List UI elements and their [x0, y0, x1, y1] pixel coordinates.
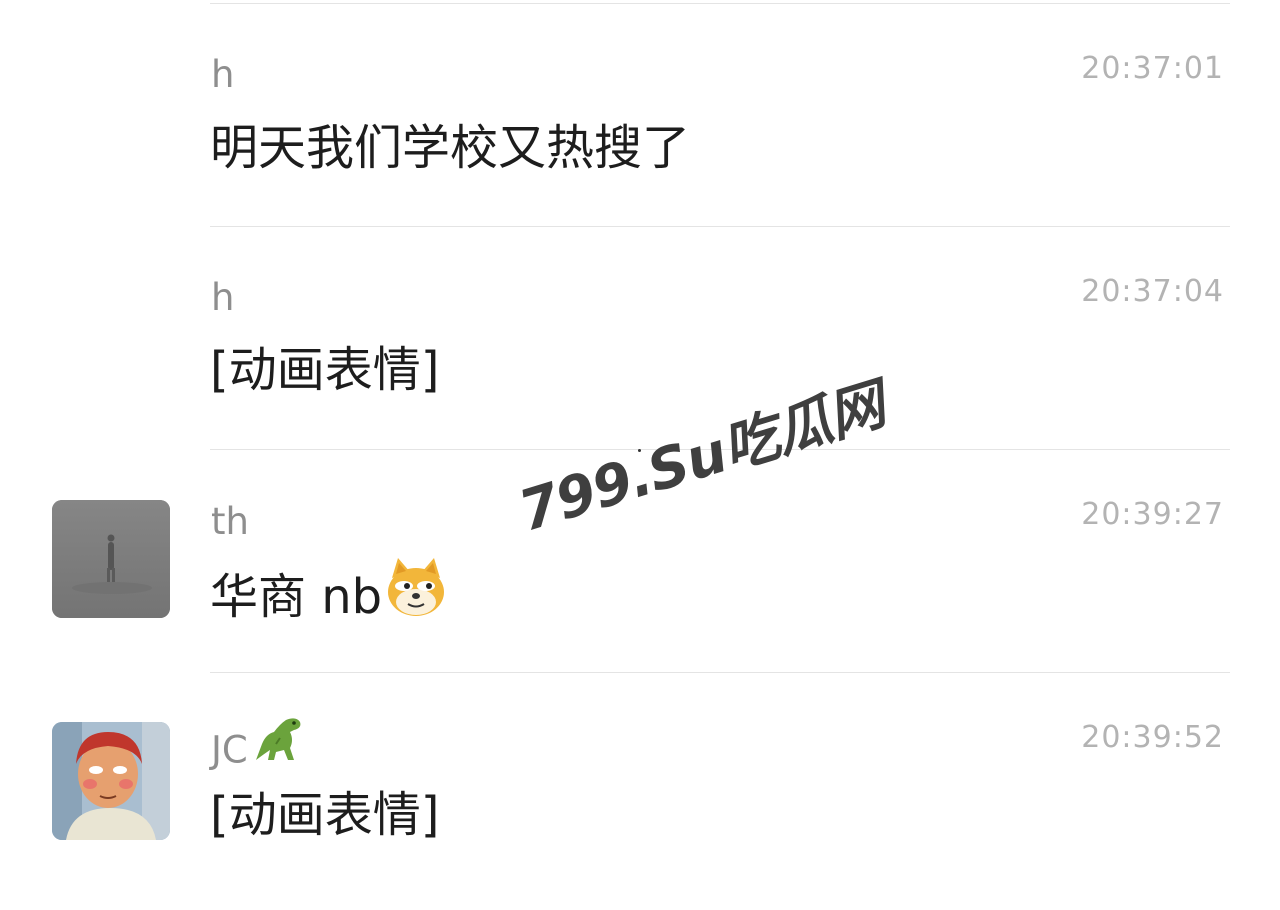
message-text-line: 华商 nb	[210, 558, 448, 636]
dinosaur-emoji	[250, 714, 306, 770]
sender-name: h	[211, 53, 235, 96]
message-text: 华商 nb	[210, 569, 383, 625]
message-text: [动画表情]	[210, 787, 440, 843]
sender-name-line: JC	[211, 718, 306, 780]
message-time: 20:39:27	[1081, 497, 1224, 532]
message-time: 20:39:52	[1081, 720, 1224, 755]
sender-name: JC	[211, 728, 248, 772]
message-text: 明天我们学校又热搜了	[210, 120, 691, 176]
chat-message[interactable]: JC 20:39:52 [动画表情]	[0, 672, 1280, 910]
doge-emoji	[384, 556, 448, 628]
chat-history-list: h 20:37:01 明天我们学校又热搜了 h 20:37:04 [动画表情]	[0, 0, 1280, 910]
message-text: [动画表情]	[210, 342, 440, 398]
avatar[interactable]	[52, 500, 170, 618]
sender-name: th	[211, 500, 249, 543]
gray-figure-in-fog-avatar	[52, 500, 170, 618]
chat-message[interactable]: h 20:37:01 明天我们学校又热搜了	[0, 0, 1280, 226]
message-time: 20:37:04	[1081, 274, 1224, 309]
sender-name: h	[211, 276, 235, 319]
avatar[interactable]	[52, 722, 170, 840]
chat-message[interactable]: h 20:37:04 [动画表情]	[0, 226, 1280, 449]
cartoon-character-avatar	[52, 722, 170, 840]
message-time: 20:37:01	[1081, 51, 1224, 86]
